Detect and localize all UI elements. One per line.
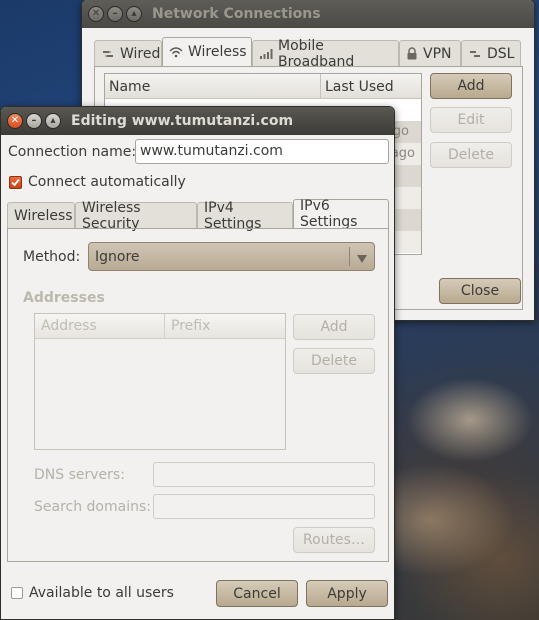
editing-connection-window: ✕ – ▴ Editing www.tumutanzi.com Connecti… xyxy=(0,106,395,620)
editing-titlebar: ✕ – ▴ Editing www.tumutanzi.com xyxy=(1,107,394,135)
routes-button[interactable]: Routes… xyxy=(293,527,375,553)
apply-button[interactable]: Apply xyxy=(306,580,388,607)
connect-automatically-checkbox[interactable]: Connect automatically xyxy=(9,174,186,190)
dsl-icon xyxy=(468,48,482,60)
addresses-heading: Addresses xyxy=(23,290,105,306)
search-domains-label: Search domains: xyxy=(34,499,151,515)
column-header-last-used[interactable]: Last Used xyxy=(321,74,398,98)
window-title: Network Connections xyxy=(152,6,321,22)
wireless-icon xyxy=(169,46,183,58)
maximize-icon[interactable]: ▴ xyxy=(126,6,142,22)
cancel-button[interactable]: Cancel xyxy=(216,580,298,607)
minimize-icon[interactable]: – xyxy=(107,6,123,22)
tab-wireless[interactable]: Wireless xyxy=(7,202,75,228)
network-connections-titlebar: ✕ – ▴ Network Connections xyxy=(82,0,534,28)
tab-vpn[interactable]: VPN xyxy=(399,40,461,66)
wired-icon xyxy=(101,48,115,60)
delete-connection-button[interactable]: Delete xyxy=(430,142,512,168)
vpn-lock-icon xyxy=(406,47,418,60)
checkbox-unchecked-icon xyxy=(11,587,23,599)
dns-servers-label: DNS servers: xyxy=(34,467,125,483)
add-address-button[interactable]: Add xyxy=(293,314,375,340)
connection-name-field[interactable]: www.tumutanzi.com xyxy=(135,139,389,164)
mobile-broadband-icon xyxy=(259,48,273,60)
column-header-address[interactable]: Address xyxy=(35,314,165,338)
search-domains-field[interactable] xyxy=(153,494,375,519)
maximize-icon[interactable]: ▴ xyxy=(45,113,61,129)
add-connection-button[interactable]: Add xyxy=(430,73,512,99)
tab-wireless[interactable]: Wireless xyxy=(162,37,252,66)
window-title: Editing www.tumutanzi.com xyxy=(71,113,294,129)
addresses-table[interactable]: Address Prefix xyxy=(34,313,286,450)
close-icon[interactable]: ✕ xyxy=(88,6,104,22)
tab-dsl[interactable]: DSL xyxy=(461,40,521,66)
tab-mobile-broadband[interactable]: Mobile Broadband xyxy=(252,38,399,70)
tab-wireless-security[interactable]: Wireless Security xyxy=(75,200,197,232)
connection-type-tabs: Wired Wireless Mobile Broadband VPN DSL xyxy=(94,37,524,70)
edit-connection-button[interactable]: Edit xyxy=(430,107,512,133)
method-label: Method: xyxy=(23,249,81,265)
column-header-name[interactable]: Name xyxy=(105,74,321,98)
ipv6-settings-panel: Method: Ignore Addresses Address Prefix … xyxy=(7,228,389,562)
column-header-prefix[interactable]: Prefix xyxy=(165,314,216,338)
dropdown-separator xyxy=(349,247,350,266)
checkbox-checked-icon xyxy=(9,175,22,189)
minimize-icon[interactable]: – xyxy=(26,113,42,129)
chevron-down-icon xyxy=(357,252,367,267)
settings-tabs: Wireless Wireless Security IPv4 Settings… xyxy=(7,198,389,232)
tab-ipv4-settings[interactable]: IPv4 Settings xyxy=(197,200,293,232)
tab-ipv6-settings[interactable]: IPv6 Settings xyxy=(293,198,389,230)
delete-address-button[interactable]: Delete xyxy=(293,348,375,374)
tab-wired[interactable]: Wired xyxy=(94,40,162,66)
close-button[interactable]: Close xyxy=(439,278,521,304)
available-to-all-users-checkbox[interactable]: Available to all users xyxy=(11,585,174,601)
connection-name-label: Connection name: xyxy=(8,144,137,160)
close-icon[interactable]: ✕ xyxy=(7,113,23,129)
dns-servers-field[interactable] xyxy=(153,462,375,487)
method-dropdown[interactable]: Ignore xyxy=(88,242,375,271)
